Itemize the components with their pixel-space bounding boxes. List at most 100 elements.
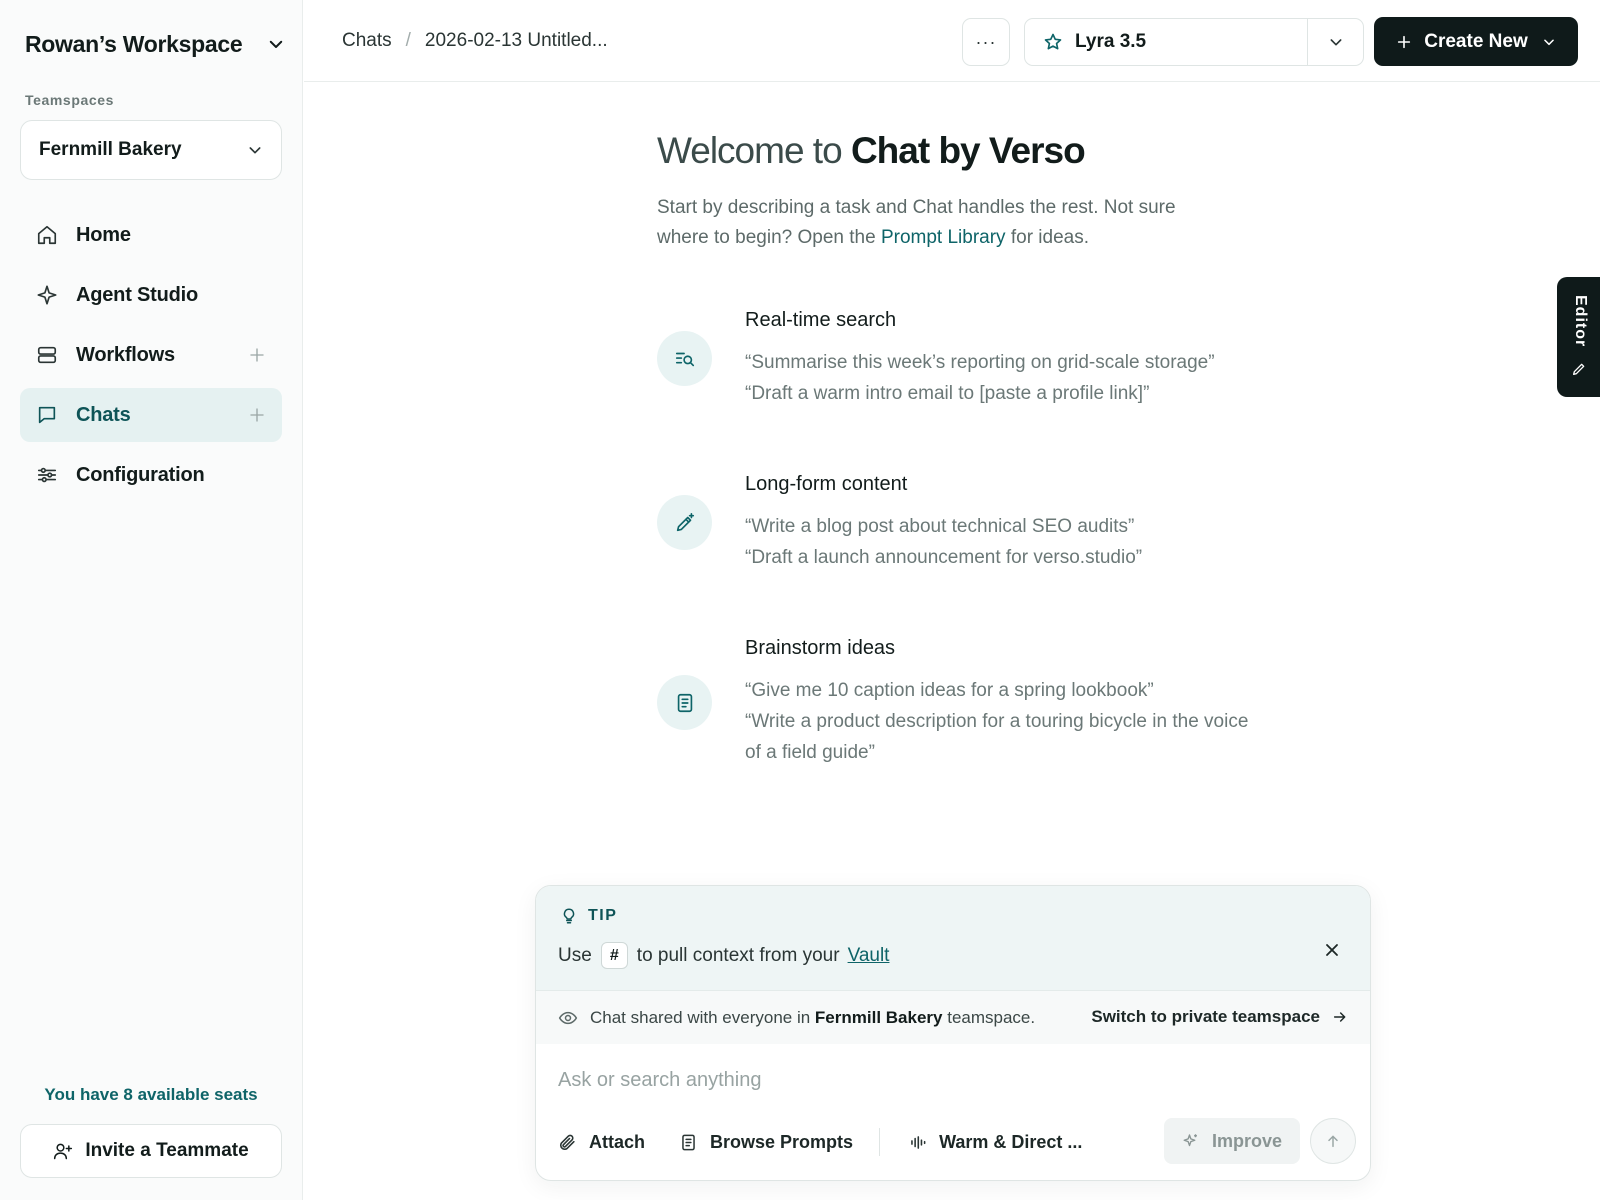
teamspace-name: Fernmill Bakery xyxy=(39,139,182,160)
sidebar-item-chats[interactable]: Chats xyxy=(20,388,282,442)
feature-examples: “Give me 10 caption ideas for a spring l… xyxy=(745,675,1265,768)
breadcrumb: Chats / 2026-02-13 Untitled... xyxy=(342,30,608,52)
prompt-library-link[interactable]: Prompt Library xyxy=(881,227,1006,248)
vault-link[interactable]: Vault xyxy=(848,945,890,967)
search-list-icon xyxy=(657,331,712,386)
sidebar-nav: Home Agent Studio Workflows Chats Config… xyxy=(20,208,282,508)
welcome-title-light: Welcome to xyxy=(657,130,843,171)
tone-label: Warm & Direct ... xyxy=(939,1131,1083,1152)
welcome-desc-text-end: for ideas. xyxy=(1010,227,1089,248)
shared-text-start: Chat shared with everyone in xyxy=(590,1007,811,1027)
improve-button[interactable]: Improve xyxy=(1164,1118,1300,1164)
sidebar-item-workflows[interactable]: Workflows xyxy=(20,328,282,382)
add-user-icon xyxy=(53,1141,73,1161)
browse-prompts-button[interactable]: Browse Prompts xyxy=(679,1132,853,1153)
chat-bubble-icon xyxy=(36,404,58,426)
attach-button[interactable]: Attach xyxy=(558,1132,645,1153)
notepad-icon xyxy=(657,675,712,730)
close-icon[interactable] xyxy=(1322,940,1342,960)
tip-label: TIP xyxy=(588,907,618,924)
send-button[interactable] xyxy=(1310,1118,1356,1164)
audio-wave-icon xyxy=(908,1133,927,1152)
feature-title: Brainstorm ideas xyxy=(745,637,896,659)
model-name: Lyra 3.5 xyxy=(1075,31,1147,52)
sidebar-item-label: Home xyxy=(76,223,131,246)
chevron-down-icon xyxy=(267,35,285,53)
example-prompt[interactable]: “Give me 10 caption ideas for a spring l… xyxy=(745,675,1265,706)
sidebar-item-label: Configuration xyxy=(76,463,205,486)
editor-tab-label: Editor xyxy=(1572,295,1589,348)
sidebar-item-configuration[interactable]: Configuration xyxy=(20,448,282,502)
pencil-icon xyxy=(1571,361,1587,377)
welcome-title: Welcome to Chat by Verso xyxy=(657,130,1086,172)
top-bar: Chats / 2026-02-13 Untitled... ··· Lyra … xyxy=(304,0,1600,82)
feature-real-time-search: Real-time search “Summarise this week’s … xyxy=(657,309,1277,409)
composer-toolbar: Attach Browse Prompts Warm & Direct ... … xyxy=(558,1118,1356,1166)
tip-banner: TIP Use # to pull context from your Vaul… xyxy=(536,886,1370,990)
shared-text-end: teamspace. xyxy=(947,1007,1036,1027)
feature-examples: “Summarise this week’s reporting on grid… xyxy=(745,347,1265,409)
switch-to-private-button[interactable]: Switch to private teamspace xyxy=(1091,1007,1348,1027)
toolbar-divider xyxy=(879,1128,881,1156)
home-icon xyxy=(36,224,58,246)
example-prompt[interactable]: “Write a blog post about technical SEO a… xyxy=(745,511,1265,542)
welcome-title-brand: Chat by Verso xyxy=(850,130,1086,171)
notepad-icon xyxy=(679,1133,698,1152)
tip-text: Use # to pull context from your Vault xyxy=(558,942,889,969)
sparkle-icon xyxy=(36,284,58,306)
sidebar: Rowan’s Workspace Teamspaces Fernmill Ba… xyxy=(0,0,303,1200)
sidebar-item-label: Agent Studio xyxy=(76,283,199,306)
model-select-main[interactable]: Lyra 3.5 xyxy=(1025,19,1307,65)
tip-header: TIP xyxy=(560,907,617,925)
eye-icon xyxy=(558,1008,578,1028)
sliders-icon xyxy=(36,464,58,486)
feature-title: Real-time search xyxy=(745,309,897,331)
sidebar-item-agent-studio[interactable]: Agent Studio xyxy=(20,268,282,322)
switch-to-private-label: Switch to private teamspace xyxy=(1091,1007,1320,1026)
add-workflow-plus-icon[interactable] xyxy=(248,346,266,364)
arrow-right-icon xyxy=(1332,1009,1348,1025)
model-select[interactable]: Lyra 3.5 xyxy=(1024,18,1364,66)
welcome-description: Start by describing a task and Chat hand… xyxy=(657,193,1227,253)
more-options-button[interactable]: ··· xyxy=(962,18,1010,66)
hash-key-badge: # xyxy=(600,942,628,969)
workspace-title: Rowan’s Workspace xyxy=(25,30,243,57)
attach-label: Attach xyxy=(589,1131,646,1152)
ellipsis-icon: ··· xyxy=(975,31,997,52)
chevron-down-icon xyxy=(1328,34,1344,50)
feature-examples: “Write a blog post about technical SEO a… xyxy=(745,511,1265,573)
example-prompt[interactable]: “Write a product description for a touri… xyxy=(745,706,1265,768)
sidebar-item-label: Chats xyxy=(76,403,131,426)
feature-title: Long-form content xyxy=(745,473,908,495)
star-icon xyxy=(1043,32,1063,52)
breadcrumb-separator: / xyxy=(405,30,411,51)
chevron-down-icon xyxy=(247,142,263,158)
tone-select[interactable]: Warm & Direct ... xyxy=(908,1132,1082,1153)
paperclip-icon xyxy=(558,1133,577,1152)
create-new-button[interactable]: Create New xyxy=(1374,17,1578,66)
workspace-switcher[interactable]: Rowan’s Workspace xyxy=(25,26,285,62)
lightbulb-icon xyxy=(560,907,578,925)
chevron-down-icon xyxy=(1542,35,1556,49)
breadcrumb-chats-link[interactable]: Chats xyxy=(342,30,392,52)
stack-icon xyxy=(36,344,58,366)
sharing-notice: Chat shared with everyone in Fernmill Ba… xyxy=(536,990,1370,1044)
add-chat-plus-icon[interactable] xyxy=(248,406,266,424)
tip-text-start: Use xyxy=(558,944,592,966)
model-dropdown-toggle[interactable] xyxy=(1307,19,1363,65)
sharing-notice-text: Chat shared with everyone in Fernmill Ba… xyxy=(590,1008,1035,1028)
feature-long-form-content: Long-form content “Write a blog post abo… xyxy=(657,473,1277,573)
example-prompt[interactable]: “Summarise this week’s reporting on grid… xyxy=(745,347,1265,378)
teamspace-select[interactable]: Fernmill Bakery xyxy=(20,120,282,180)
ask-input[interactable] xyxy=(558,1062,1338,1098)
improve-label: Improve xyxy=(1211,1130,1283,1151)
example-prompt[interactable]: “Draft a warm intro email to [paste a pr… xyxy=(745,378,1265,409)
sidebar-item-home[interactable]: Home xyxy=(20,208,282,262)
invite-teammate-label: Invite a Teammate xyxy=(85,1140,249,1161)
invite-teammate-button[interactable]: Invite a Teammate xyxy=(20,1124,282,1178)
tip-text-middle: to pull context from your xyxy=(636,944,840,966)
available-seats-text: You have 8 available seats xyxy=(44,1085,258,1104)
editor-side-tab[interactable]: Editor xyxy=(1557,277,1600,397)
shared-teamspace-name: Fernmill Bakery xyxy=(814,1007,943,1027)
example-prompt[interactable]: “Draft a launch announcement for verso.s… xyxy=(745,542,1265,573)
